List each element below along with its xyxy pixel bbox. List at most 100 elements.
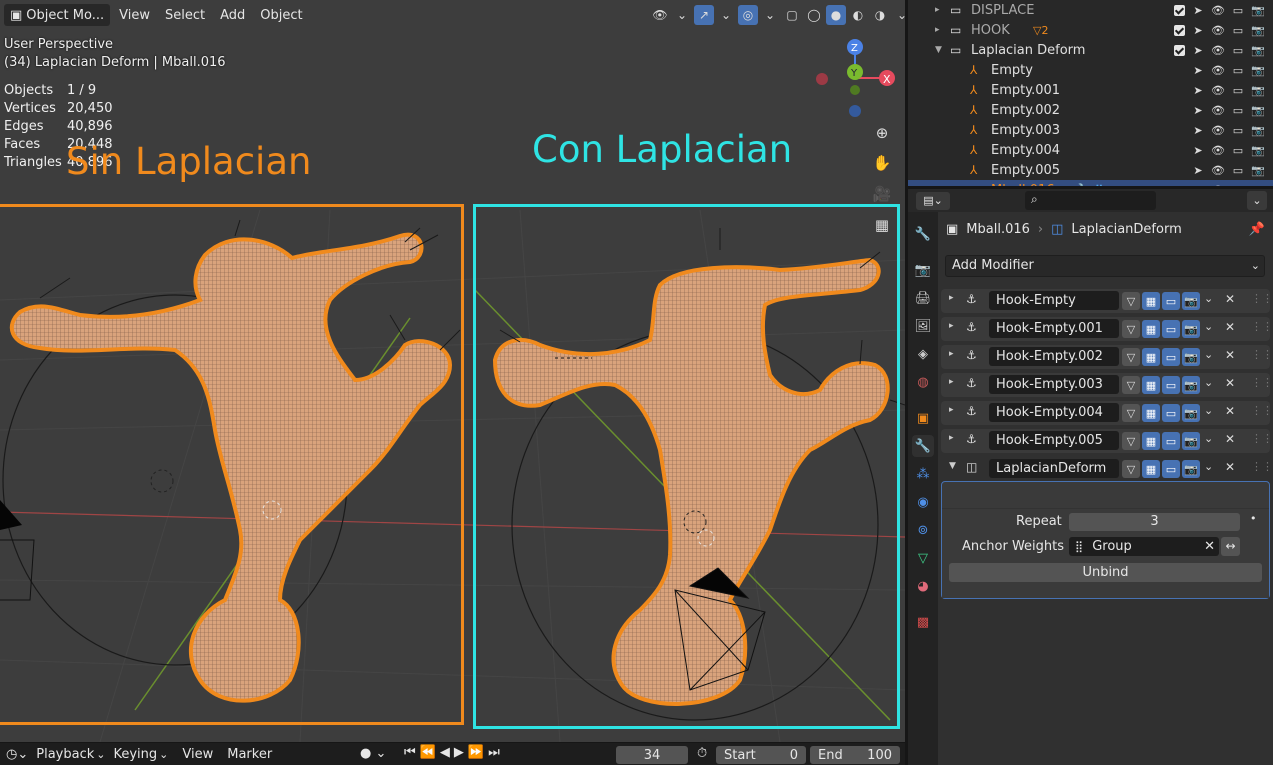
select-arrow-icon[interactable]: ➤ [1191,23,1205,37]
eye-icon[interactable]: 👁 [1211,63,1225,77]
expand-icon[interactable]: ▸ [949,349,954,359]
chevron-down-icon[interactable]: ⌄ [716,5,736,25]
3d-viewport[interactable]: X Z Y ▣ Object Mo... View Select Add Obj… [0,0,905,742]
particles-tab-icon[interactable]: ⁂ [912,463,934,485]
add-modifier-dropdown[interactable]: Add Modifier ⌄ [945,255,1265,277]
on-cage-icon[interactable]: ▽ [1122,320,1140,338]
monitor-icon[interactable]: ▭ [1231,23,1245,37]
keyframe-dot-icon[interactable]: • [1250,512,1257,525]
modifier-row[interactable]: ▼ ◫ LaplacianDeform ▽ ▦ ▭ 📷 ⌄ ✕ ⋮⋮ [941,457,1273,481]
outliner-row[interactable]: ▸ ▭ HOOK ▽2 ➤ 👁 ▭ 📷 [908,20,1273,40]
material-shading-icon[interactable]: ◐ [848,5,868,25]
drag-handle-icon[interactable]: ⋮⋮ [1251,320,1273,333]
chevron-down-icon[interactable]: ⌄ [1204,404,1213,417]
select-arrow-icon[interactable]: ➤ [1191,63,1205,77]
overlay-toggle-icon[interactable]: ◎ [738,5,758,25]
modifier-name-field[interactable]: Hook-Empty.004 [989,403,1119,422]
timeline-menu-playback[interactable]: Playback [36,747,94,762]
outliner-row[interactable]: ⅄ Empty.001 ➤ 👁 ▭ 📷 [908,80,1273,100]
modifier-name-field[interactable]: Hook-Empty.003 [989,375,1119,394]
invert-toggle-icon[interactable]: ↔ [1221,537,1240,556]
on-cage-icon[interactable]: ▽ [1122,460,1140,478]
scene-tab-icon[interactable]: ◈ [912,343,934,365]
realtime-icon[interactable]: ▭ [1162,292,1180,310]
rendered-shading-icon[interactable]: ◑ [870,5,890,25]
timeline-menu-view[interactable]: View [182,747,213,762]
render-camera-icon[interactable]: 📷 [1251,83,1265,97]
current-frame-field[interactable]: 34 [616,746,688,764]
remove-modifier-icon[interactable]: ✕ [1225,404,1235,418]
chevron-down-icon[interactable]: ⌄ [760,5,780,25]
modifier-row[interactable]: ▸ ⚓ Hook-Empty ▽ ▦ ▭ 📷 ⌄ ✕ ⋮⋮ [941,289,1273,313]
material-tab-icon[interactable]: ◕ [912,575,934,597]
ortho-grid-icon[interactable]: ▦ [869,212,895,238]
drag-handle-icon[interactable]: ⋮⋮ [1251,460,1273,473]
eye-icon[interactable]: 👁 [1211,3,1225,17]
modifier-name-field[interactable]: Hook-Empty.005 [989,431,1119,450]
stopwatch-icon[interactable]: ⏱ [697,746,707,761]
eye-icon[interactable]: 👁 [1211,83,1225,97]
pin-icon[interactable]: 📌 [1249,222,1265,237]
world-tab-icon[interactable]: ◍ [912,371,934,393]
realtime-icon[interactable]: ▭ [1162,460,1180,478]
on-cage-icon[interactable]: ▽ [1122,348,1140,366]
expand-icon[interactable]: ▸ [949,293,954,303]
drag-handle-icon[interactable]: ⋮⋮ [1251,376,1273,389]
outliner-row[interactable]: ▼ ▭ Laplacian Deform ➤ 👁 ▭ 📷 [908,40,1273,60]
modifier-tab-icon[interactable]: 🔧 [912,435,934,457]
render-camera-icon[interactable]: 📷 [1251,103,1265,117]
visibility-icon[interactable]: 👁 [650,5,670,25]
eye-icon[interactable]: 👁 [1211,103,1225,117]
expand-icon[interactable]: ▸ [949,377,954,387]
exclude-checkbox[interactable] [1174,4,1185,16]
render-tab-icon[interactable]: 📷 [912,259,934,281]
chevron-down-icon[interactable]: ⌄ [892,5,905,25]
render-camera-icon[interactable]: 📷 [1251,63,1265,77]
edit-mode-icon[interactable]: ▦ [1142,320,1160,338]
editor-type-icon[interactable]: ◷⌄ [6,747,28,762]
render-icon[interactable]: 📷 [1182,376,1200,394]
gizmo-toggle-icon[interactable]: ↗ [694,5,714,25]
pan-hand-icon[interactable]: ✋ [869,150,895,176]
monitor-icon[interactable]: ▭ [1231,123,1245,137]
render-icon[interactable]: 📷 [1182,348,1200,366]
menu-view[interactable]: View [113,4,156,26]
tool-tab-icon[interactable]: 🔧 [912,223,934,245]
expand-icon[interactable]: ▸ [949,321,954,331]
repeat-field[interactable]: 3 [1069,513,1240,531]
render-camera-icon[interactable]: 📷 [1251,123,1265,137]
monitor-icon[interactable]: ▭ [1231,3,1245,17]
xray-icon[interactable]: ▢ [782,5,802,25]
modifier-name-field[interactable]: Hook-Empty [989,291,1119,310]
outliner-row[interactable]: ⅄ Empty ➤ 👁 ▭ 📷 [908,60,1273,80]
navigation-gizmo[interactable]: X Z Y [816,39,895,117]
expand-right-icon[interactable]: ▸ [935,5,940,15]
modifier-name-field[interactable]: Hook-Empty.002 [989,347,1119,366]
realtime-icon[interactable]: ▭ [1162,320,1180,338]
eye-icon[interactable]: 👁 [1211,23,1225,37]
render-camera-icon[interactable]: 📷 [1251,163,1265,177]
realtime-icon[interactable]: ▭ [1162,376,1180,394]
select-arrow-icon[interactable]: ➤ [1191,83,1205,97]
constraints-tab-icon[interactable]: ⊚ [912,519,934,541]
render-icon[interactable]: 📷 [1182,404,1200,422]
edit-mode-icon[interactable]: ▦ [1142,292,1160,310]
menu-select[interactable]: Select [159,4,211,26]
exclude-checkbox[interactable] [1174,44,1185,56]
menu-object[interactable]: Object [254,4,308,26]
on-cage-icon[interactable]: ▽ [1122,432,1140,450]
unbind-button[interactable]: Unbind [949,563,1262,582]
menu-add[interactable]: Add [214,4,251,26]
chevron-down-icon[interactable]: ⌄ [1204,432,1213,445]
object-tab-icon[interactable]: ▣ [912,407,934,429]
expand-icon[interactable]: ▸ [949,433,954,443]
chevron-down-icon[interactable]: ⌄ [1204,348,1213,361]
collapse-icon[interactable]: ▼ [949,461,956,471]
remove-modifier-icon[interactable]: ✕ [1225,292,1235,306]
anchor-weights-field[interactable]: ⣿ Group ✕ [1069,537,1219,556]
chevron-down-icon[interactable]: ⌄ [1204,320,1213,333]
texture-tab-icon[interactable]: ▩ [912,611,934,633]
search-input[interactable] [1045,193,1150,208]
monitor-icon[interactable]: ▭ [1231,63,1245,77]
remove-modifier-icon[interactable]: ✕ [1225,376,1235,390]
